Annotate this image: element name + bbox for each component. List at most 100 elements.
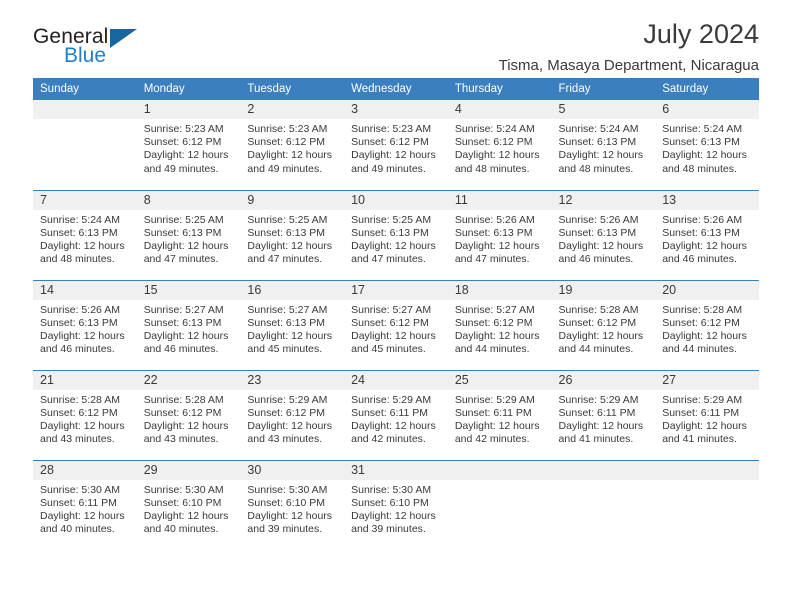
sunset-text: Sunset: 6:10 PM: [351, 496, 429, 509]
daylight-text-cont: and 39 minutes.: [351, 523, 426, 536]
day-number: 5: [551, 100, 656, 119]
day-number: 11: [447, 190, 552, 210]
calendar-day-cell[interactable]: [551, 459, 656, 550]
sunset-text: Sunset: 6:10 PM: [247, 496, 326, 509]
calendar-day-cell[interactable]: 22 Sunrise: 5:28 AM Sunset: 6:12 PM Dayl…: [136, 369, 241, 460]
calendar-day-cell[interactable]: [655, 459, 759, 550]
day-number: 27: [655, 370, 759, 390]
sunset-text: Sunset: 6:12 PM: [351, 316, 429, 329]
sunrise-text: Sunrise: 5:26 AM: [40, 303, 120, 316]
daylight-text: Daylight: 12 hours: [454, 419, 540, 432]
daylight-text: Daylight: 12 hours: [662, 419, 747, 432]
daylight-text-cont: and 41 minutes.: [558, 433, 634, 446]
calendar-day-cell[interactable]: 30 Sunrise: 5:30 AM Sunset: 6:10 PM Dayl…: [240, 459, 345, 550]
daylight-text-cont: and 48 minutes.: [662, 162, 737, 175]
day-number: 2: [240, 100, 345, 119]
sunrise-text: Sunrise: 5:26 AM: [454, 213, 535, 226]
calendar-day-cell[interactable]: 14 Sunrise: 5:26 AM Sunset: 6:13 PM Dayl…: [33, 279, 137, 370]
day-number: 13: [655, 190, 759, 210]
calendar-day-cell[interactable]: 29 Sunrise: 5:30 AM Sunset: 6:10 PM Dayl…: [136, 459, 241, 550]
calendar-day-cell[interactable]: 10 Sunrise: 5:25 AM Sunset: 6:13 PM Dayl…: [344, 189, 448, 280]
daylight-text: Daylight: 12 hours: [454, 149, 540, 162]
day-of-week-header-row: Sunday Monday Tuesday Wednesday Thursday…: [33, 78, 759, 100]
calendar-day-cell[interactable]: 5 Sunrise: 5:24 AM Sunset: 6:13 PM Dayli…: [551, 100, 656, 190]
calendar-day-cell[interactable]: 6 Sunrise: 5:24 AM Sunset: 6:13 PM Dayli…: [655, 100, 759, 190]
day-number: 21: [33, 370, 137, 390]
calendar-day-cell[interactable]: 19 Sunrise: 5:28 AM Sunset: 6:12 PM Dayl…: [551, 279, 656, 370]
sunrise-text: Sunrise: 5:23 AM: [247, 123, 328, 135]
day-number: 28: [33, 460, 137, 480]
daylight-text-cont: and 47 minutes.: [351, 253, 426, 266]
calendar-day-cell[interactable]: 7 Sunrise: 5:24 AM Sunset: 6:13 PM Dayli…: [33, 189, 137, 280]
calendar-day-cell[interactable]: 28 Sunrise: 5:30 AM Sunset: 6:11 PM Dayl…: [33, 459, 137, 550]
calendar-day-cell[interactable]: 1 Sunrise: 5:23 AM Sunset: 6:12 PM Dayli…: [136, 100, 241, 190]
daylight-text: Daylight: 12 hours: [662, 239, 747, 252]
daylight-text-cont: and 42 minutes.: [351, 433, 426, 446]
sunrise-text: Sunrise: 5:24 AM: [662, 123, 743, 135]
calendar-day-cell[interactable]: 15 Sunrise: 5:27 AM Sunset: 6:13 PM Dayl…: [136, 279, 241, 370]
calendar-day-cell[interactable]: 3 Sunrise: 5:23 AM Sunset: 6:12 PM Dayli…: [344, 100, 448, 190]
calendar-day-cell[interactable]: 11 Sunrise: 5:26 AM Sunset: 6:13 PM Dayl…: [447, 189, 552, 280]
day-number: 22: [136, 370, 241, 390]
daylight-text: Daylight: 12 hours: [247, 149, 333, 162]
daylight-text: Daylight: 12 hours: [558, 419, 644, 432]
day-number: 24: [344, 370, 448, 390]
calendar-day-cell[interactable]: 18 Sunrise: 5:27 AM Sunset: 6:12 PM Dayl…: [447, 279, 552, 370]
day-number: 1: [136, 100, 241, 119]
calendar-day-cell[interactable]: 24 Sunrise: 5:29 AM Sunset: 6:11 PM Dayl…: [344, 369, 448, 460]
daylight-text-cont: and 40 minutes.: [143, 523, 219, 536]
calendar-day-cell[interactable]: 12 Sunrise: 5:26 AM Sunset: 6:13 PM Dayl…: [551, 189, 656, 280]
daylight-text: Daylight: 12 hours: [454, 329, 540, 342]
daylight-text-cont: and 42 minutes.: [454, 433, 530, 446]
calendar-day-cell[interactable]: 2 Sunrise: 5:23 AM Sunset: 6:12 PM Dayli…: [240, 100, 345, 190]
calendar-day-cell[interactable]: 23 Sunrise: 5:29 AM Sunset: 6:12 PM Dayl…: [240, 369, 345, 460]
sunrise-text: Sunrise: 5:28 AM: [40, 393, 120, 406]
sunset-text: Sunset: 6:13 PM: [662, 226, 740, 239]
day-number: 3: [344, 100, 448, 119]
logo-text-blue: Blue: [64, 44, 107, 67]
sunrise-text: Sunrise: 5:24 AM: [558, 123, 639, 135]
sunrise-text: Sunrise: 5:26 AM: [558, 213, 639, 226]
daylight-text-cont: and 47 minutes.: [454, 253, 530, 266]
calendar-day-cell[interactable]: 26 Sunrise: 5:29 AM Sunset: 6:11 PM Dayl…: [551, 369, 656, 460]
calendar-day-cell[interactable]: 4 Sunrise: 5:24 AM Sunset: 6:12 PM Dayli…: [447, 100, 552, 190]
sunrise-text: Sunrise: 5:27 AM: [454, 303, 535, 316]
sunrise-text: Sunrise: 5:28 AM: [662, 303, 743, 316]
day-number: 8: [136, 190, 241, 210]
calendar-day-cell[interactable]: 13 Sunrise: 5:26 AM Sunset: 6:13 PM Dayl…: [655, 189, 759, 280]
daylight-text-cont: and 48 minutes.: [40, 253, 115, 266]
calendar-day-cell[interactable]: 9 Sunrise: 5:25 AM Sunset: 6:13 PM Dayli…: [240, 189, 345, 280]
daylight-text: Daylight: 12 hours: [247, 509, 333, 522]
sunrise-text: Sunrise: 5:30 AM: [40, 483, 120, 496]
sunrise-text: Sunrise: 5:29 AM: [662, 393, 743, 406]
sunset-text: Sunset: 6:13 PM: [558, 136, 637, 149]
calendar-day-cell[interactable]: 16 Sunrise: 5:27 AM Sunset: 6:13 PM Dayl…: [240, 279, 345, 370]
calendar-day-cell[interactable]: 8 Sunrise: 5:25 AM Sunset: 6:13 PM Dayli…: [136, 189, 241, 280]
calendar-day-cell[interactable]: 20 Sunrise: 5:28 AM Sunset: 6:12 PM Dayl…: [655, 279, 759, 370]
calendar-day-cell[interactable]: 17 Sunrise: 5:27 AM Sunset: 6:12 PM Dayl…: [344, 279, 448, 370]
sunset-text: Sunset: 6:12 PM: [454, 316, 533, 329]
sunrise-text: Sunrise: 5:28 AM: [143, 393, 224, 406]
general-blue-logo[interactable]: General Blue: [33, 26, 253, 76]
calendar-day-cell[interactable]: 25 Sunrise: 5:29 AM Sunset: 6:11 PM Dayl…: [447, 369, 552, 460]
day-number: 20: [655, 280, 759, 300]
calendar-day-cell[interactable]: [33, 100, 137, 190]
calendar-day-cell[interactable]: 21 Sunrise: 5:28 AM Sunset: 6:12 PM Dayl…: [33, 369, 137, 460]
daylight-text: Daylight: 12 hours: [558, 329, 644, 342]
sunset-text: Sunset: 6:12 PM: [558, 316, 637, 329]
calendar-day-cell[interactable]: [447, 459, 552, 550]
daylight-text: Daylight: 12 hours: [247, 419, 333, 432]
calendar-day-cell[interactable]: 27 Sunrise: 5:29 AM Sunset: 6:11 PM Dayl…: [655, 369, 759, 460]
sunset-text: Sunset: 6:12 PM: [454, 136, 533, 149]
calendar-week-row: 14 Sunrise: 5:26 AM Sunset: 6:13 PM Dayl…: [33, 279, 759, 370]
day-number: 31: [344, 460, 448, 480]
day-number: 25: [447, 370, 552, 390]
daylight-text-cont: and 44 minutes.: [454, 343, 530, 356]
sunset-text: Sunset: 6:13 PM: [247, 316, 326, 329]
sunrise-sunset-calendar-table: Sunday Monday Tuesday Wednesday Thursday…: [33, 78, 759, 550]
calendar-week-row: 28 Sunrise: 5:30 AM Sunset: 6:11 PM Dayl…: [33, 459, 759, 550]
day-number: 6: [655, 100, 759, 119]
daylight-text-cont: and 46 minutes.: [662, 253, 737, 266]
calendar-day-cell[interactable]: 31 Sunrise: 5:30 AM Sunset: 6:10 PM Dayl…: [344, 459, 448, 550]
daylight-text-cont: and 44 minutes.: [558, 343, 634, 356]
